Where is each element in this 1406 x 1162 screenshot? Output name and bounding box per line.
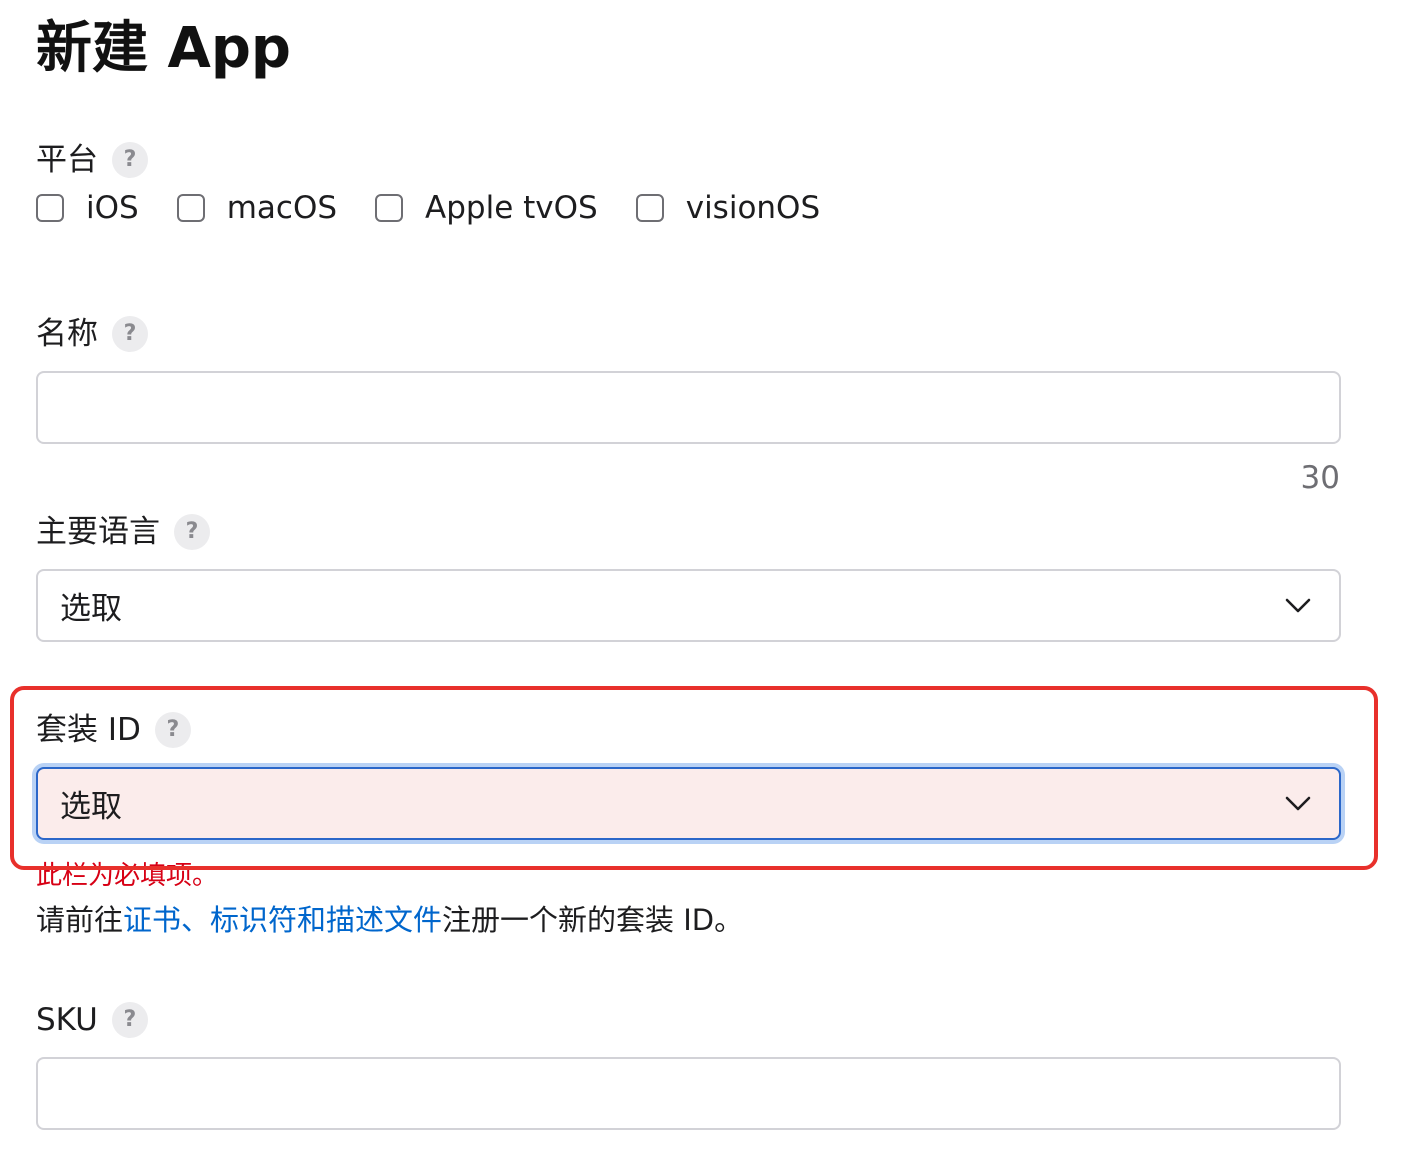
primary-language-help-icon[interactable]: ? — [174, 514, 210, 550]
bundle-id-hint: 请前往证书、标识符和描述文件注册一个新的套装 ID。 — [36, 900, 743, 940]
sku-label: SKU — [36, 1002, 98, 1038]
sku-help-icon[interactable]: ? — [111, 1002, 148, 1038]
bundle-id-error-message: 此栏为必填项。 — [36, 861, 219, 886]
name-label: 名称 — [36, 316, 98, 352]
macos-label: macOS — [226, 190, 338, 226]
platform-option-visionos[interactable]: visionOS — [635, 190, 821, 226]
tvos-checkbox[interactable] — [375, 194, 404, 222]
bundle-id-select[interactable]: 选取 — [36, 767, 1341, 840]
bundle-id-selected-value: 选取 — [60, 789, 122, 825]
bundle-id-help-icon[interactable]: ? — [154, 712, 191, 748]
platform-label: 平台 — [36, 142, 98, 178]
primary-language-label: 主要语言 — [36, 514, 160, 550]
name-input[interactable] — [36, 371, 1341, 444]
platform-label-row: 平台 ? — [36, 140, 148, 180]
name-char-counter: 30 — [1300, 460, 1340, 496]
hint-suffix: 注册一个新的套装 ID。 — [442, 903, 744, 937]
hint-prefix: 请前往 — [36, 903, 124, 937]
platform-help-icon[interactable]: ? — [112, 142, 148, 178]
page-title: 新建 App — [36, 16, 292, 81]
primary-language-select[interactable]: 选取 — [36, 569, 1341, 642]
primary-language-label-row: 主要语言 ? — [36, 512, 210, 552]
certificates-identifiers-profiles-link[interactable]: 证书、标识符和描述文件 — [123, 903, 442, 937]
platform-option-ios[interactable]: iOS — [36, 190, 139, 226]
ios-label: iOS — [86, 190, 139, 226]
macos-checkbox[interactable] — [176, 194, 205, 222]
bundle-id-label: 套装 ID — [36, 712, 141, 748]
primary-language-selected-value: 选取 — [60, 591, 122, 627]
name-label-row: 名称 ? — [36, 314, 148, 354]
visionos-label: visionOS — [685, 190, 821, 226]
platform-option-macos[interactable]: macOS — [176, 190, 338, 226]
chevron-down-icon — [1285, 796, 1311, 810]
platform-options: iOS macOS Apple tvOS visionOS — [36, 188, 858, 228]
bundle-id-label-row: 套装 ID ? — [36, 710, 191, 750]
sku-input[interactable] — [36, 1057, 1341, 1130]
platform-option-tvos[interactable]: Apple tvOS — [375, 190, 598, 226]
visionos-checkbox[interactable] — [635, 194, 664, 222]
name-help-icon[interactable]: ? — [112, 316, 148, 352]
ios-checkbox[interactable] — [36, 194, 64, 222]
tvos-label: Apple tvOS — [425, 190, 598, 226]
chevron-down-icon — [1285, 598, 1311, 612]
sku-label-row: SKU ? — [36, 1000, 148, 1040]
